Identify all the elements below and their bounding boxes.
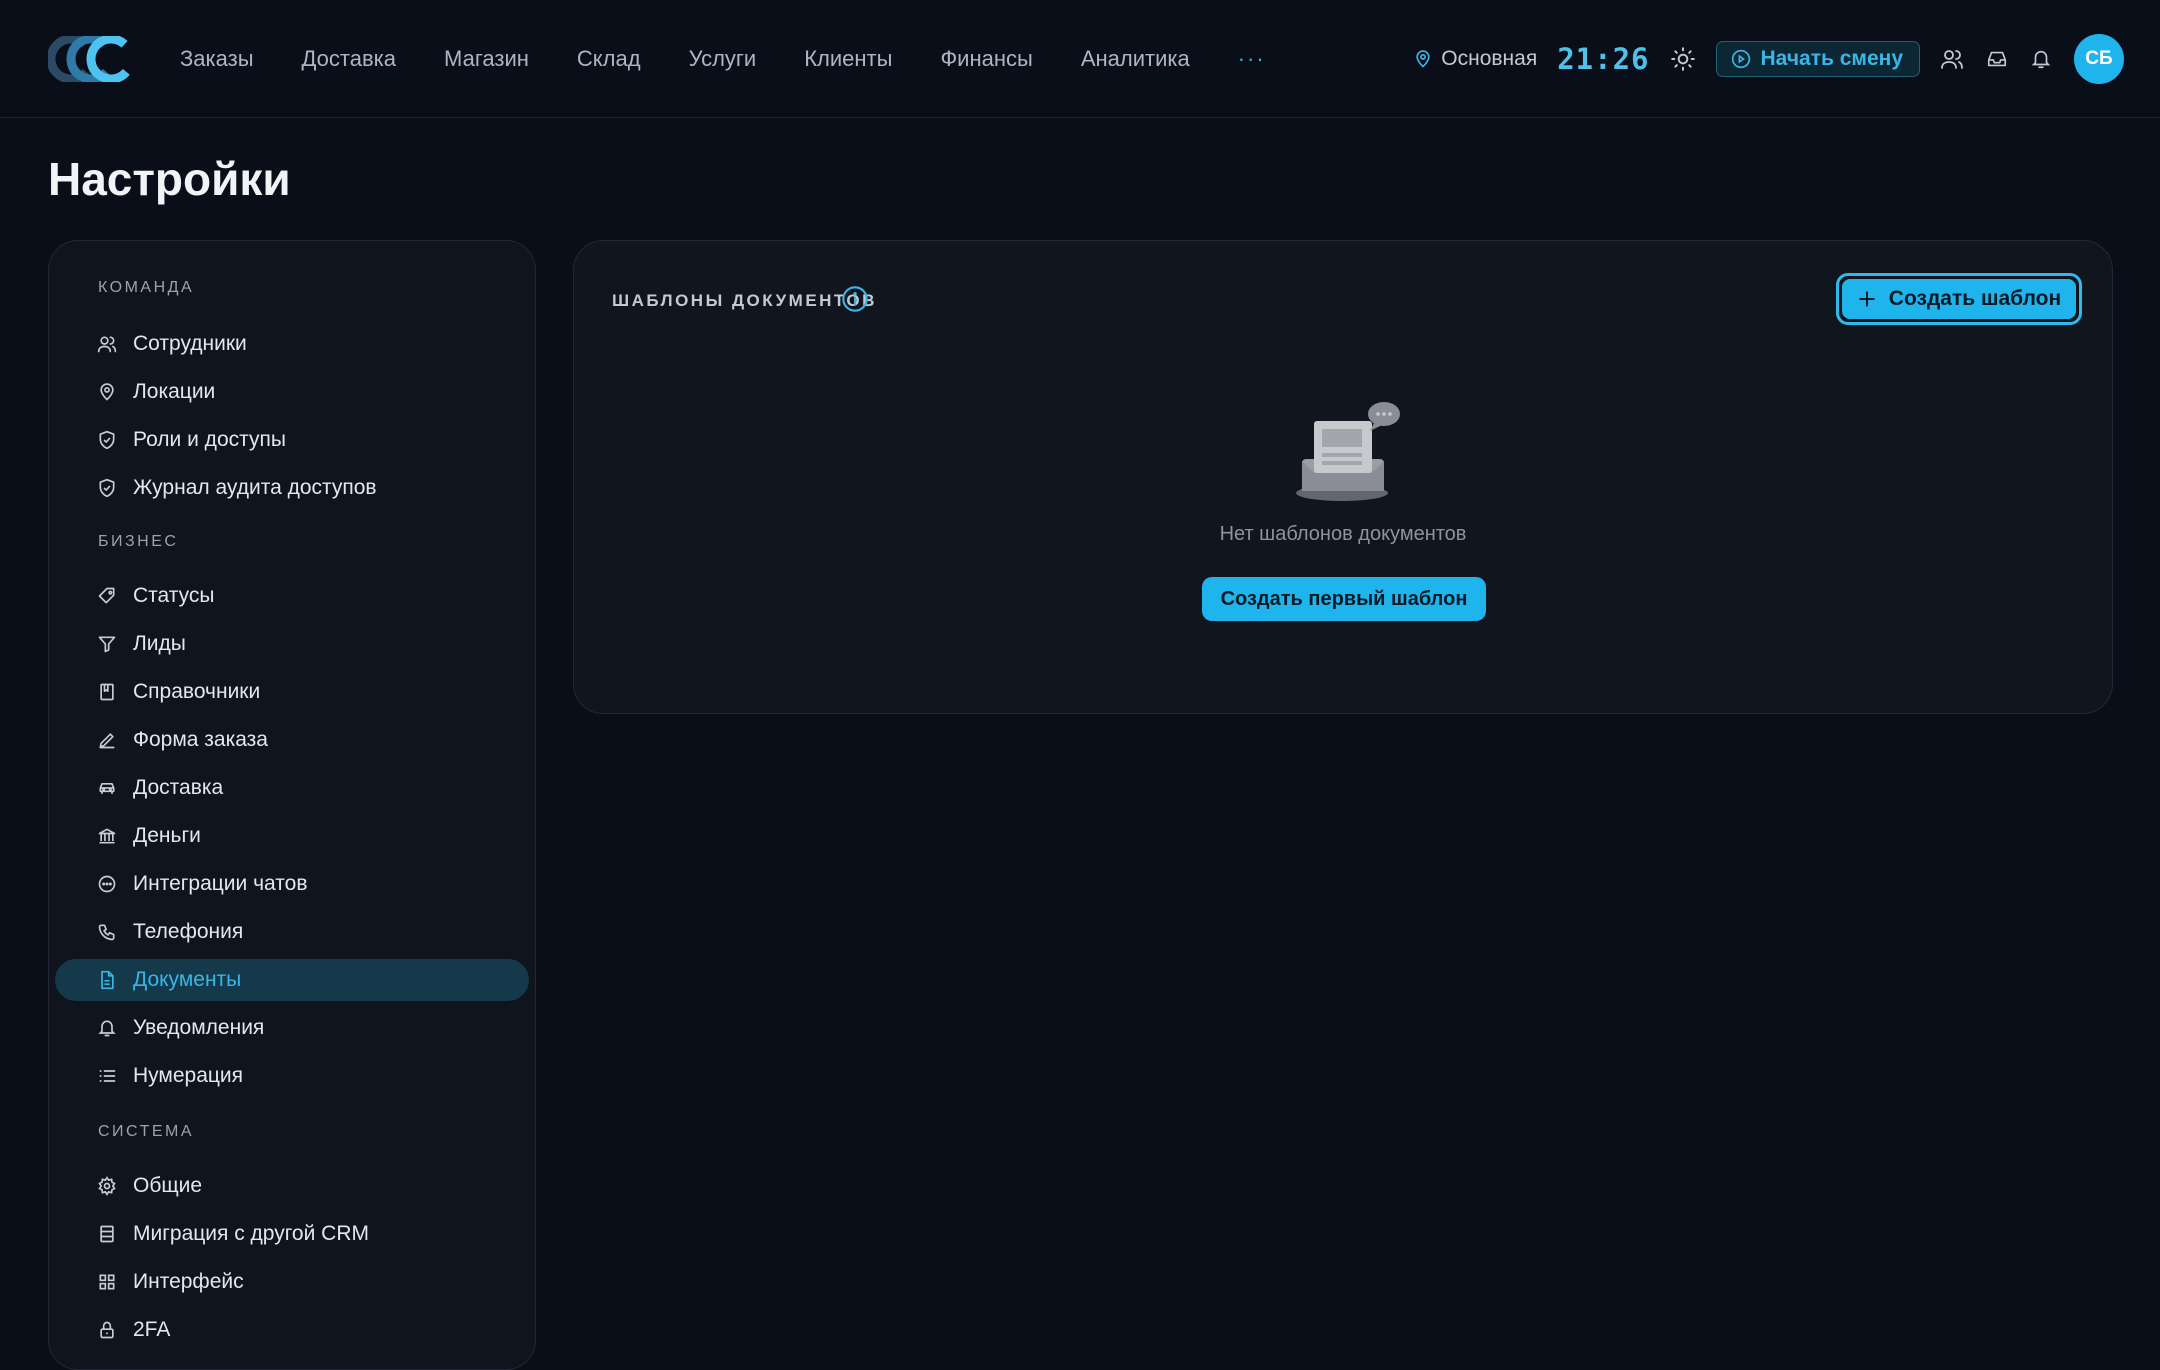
- map-pin-icon: [97, 382, 117, 402]
- pen-icon: [97, 730, 117, 750]
- sidebar-item-label: Уведомления: [133, 1016, 265, 1039]
- settings-sidebar: КОМАНДА Сотрудники Локации Роли и доступ…: [48, 240, 536, 1370]
- sidebar-item-2fa[interactable]: 2FA: [55, 1309, 529, 1351]
- bell-icon: [97, 1018, 117, 1038]
- tag-icon: [97, 586, 117, 606]
- nav-item-services[interactable]: Услуги: [689, 46, 757, 72]
- lock-icon: [97, 1320, 117, 1340]
- nav-item-finance[interactable]: Финансы: [940, 46, 1032, 72]
- sidebar-item-label: Локации: [133, 380, 216, 403]
- sidebar-item-label: Журнал аудита доступов: [133, 476, 377, 499]
- sidebar-item-label: Статусы: [133, 584, 215, 607]
- sidebar-item-label: Сотрудники: [133, 332, 247, 355]
- sidebar-item-label: 2FA: [133, 1318, 171, 1341]
- shield-check-icon: [97, 478, 117, 498]
- sidebar-item-label: Документы: [133, 968, 242, 991]
- create-template-label: Создать шаблон: [1888, 287, 2062, 310]
- avatar[interactable]: СБ: [2074, 34, 2124, 84]
- sidebar-item-label: Лиды: [133, 632, 186, 655]
- sidebar-item-crm-migration[interactable]: Миграция с другой CRM: [55, 1213, 529, 1255]
- chat-icon: [97, 874, 117, 894]
- bank-icon: [97, 826, 117, 846]
- sidebar-item-label: Справочники: [133, 680, 261, 703]
- sidebar-item-label: Миграция с другой CRM: [133, 1222, 370, 1245]
- main-nav: Заказы Доставка Магазин Склад Услуги Кли…: [180, 0, 1266, 118]
- start-shift-button[interactable]: Начать смену: [1715, 41, 1920, 77]
- sidebar-item-label: Общие: [133, 1174, 203, 1197]
- sidebar-item-notifications[interactable]: Уведомления: [55, 1007, 529, 1049]
- gear-icon: [97, 1176, 117, 1196]
- funnel-icon: [97, 634, 117, 654]
- page-title: Настройки: [48, 153, 291, 205]
- bell-icon[interactable]: [2030, 47, 2052, 71]
- start-shift-label: Начать смену: [1760, 47, 1903, 70]
- sidebar-item-numbering[interactable]: Нумерация: [55, 1055, 529, 1097]
- sidebar-item-interface[interactable]: Интерфейс: [55, 1261, 529, 1303]
- sidebar-item-employees[interactable]: Сотрудники: [55, 323, 529, 365]
- section-title: ШАБЛОНЫ ДОКУМЕНТОВ: [612, 291, 877, 310]
- create-first-template-button[interactable]: Создать первый шаблон: [1202, 577, 1486, 621]
- sidebar-item-telephony[interactable]: Телефония: [55, 911, 529, 953]
- sidebar-section-system: СИСТЕМА: [98, 1123, 195, 1140]
- info-icon[interactable]: [841, 285, 869, 313]
- nav-item-warehouse[interactable]: Склад: [577, 46, 641, 72]
- sidebar-item-leads[interactable]: Лиды: [55, 623, 529, 665]
- shield-check-icon: [97, 430, 117, 450]
- sidebar-item-label: Форма заказа: [133, 728, 268, 751]
- nav-item-shop[interactable]: Магазин: [444, 46, 529, 72]
- sidebar-item-money[interactable]: Деньги: [55, 815, 529, 857]
- empty-inbox-illustration: [1292, 399, 1402, 509]
- sidebar-item-order-form[interactable]: Форма заказа: [55, 719, 529, 761]
- sidebar-section-business: БИЗНЕС: [98, 533, 179, 550]
- sidebar-item-label: Нумерация: [133, 1064, 244, 1087]
- sidebar-item-chat-integrations[interactable]: Интеграции чатов: [55, 863, 529, 905]
- sidebar-item-label: Интеграции чатов: [133, 872, 308, 895]
- top-bar: Заказы Доставка Магазин Склад Услуги Кли…: [0, 0, 2160, 118]
- document-templates-panel: ШАБЛОНЫ ДОКУМЕНТОВ Создать шаблон Нет ша: [573, 240, 2113, 714]
- list-icon: [97, 1066, 117, 1086]
- inbox-icon[interactable]: [1986, 48, 2008, 70]
- sidebar-item-label: Телефония: [133, 920, 244, 943]
- sidebar-item-locations[interactable]: Локации: [55, 371, 529, 413]
- sidebar-item-label: Доставка: [133, 776, 224, 799]
- sidebar-item-delivery[interactable]: Доставка: [55, 767, 529, 809]
- sidebar-item-audit-log[interactable]: Журнал аудита доступов: [55, 467, 529, 509]
- play-circle-icon: [1731, 49, 1761, 69]
- sidebar-item-label: Роли и доступы: [133, 428, 286, 451]
- empty-state-text: Нет шаблонов документов: [1219, 523, 1467, 545]
- nav-item-clients[interactable]: Клиенты: [804, 46, 892, 72]
- database-icon: [97, 1224, 117, 1244]
- users-icon: [97, 334, 117, 354]
- nav-item-analytics[interactable]: Аналитика: [1081, 46, 1190, 72]
- location-selector[interactable]: Основная: [1413, 47, 1537, 71]
- file-text-icon: [97, 970, 117, 990]
- users-icon[interactable]: [1940, 47, 1964, 71]
- header-tools: Основная 21:26 Начать смену СБ: [1413, 0, 2124, 118]
- grid-icon: [97, 1272, 117, 1292]
- sun-icon[interactable]: [1670, 46, 1696, 72]
- book-icon: [97, 682, 117, 702]
- sidebar-item-documents[interactable]: Документы: [55, 959, 529, 1001]
- create-template-button[interactable]: Создать шаблон: [1836, 273, 2082, 325]
- sidebar-item-directories[interactable]: Справочники: [55, 671, 529, 713]
- nav-item-orders[interactable]: Заказы: [180, 46, 254, 72]
- nav-item-delivery[interactable]: Доставка: [302, 46, 396, 72]
- app-logo[interactable]: [48, 36, 134, 82]
- sidebar-item-label: Интерфейс: [133, 1270, 244, 1293]
- sidebar-item-statuses[interactable]: Статусы: [55, 575, 529, 617]
- phone-icon: [97, 922, 117, 942]
- location-label: Основная: [1441, 47, 1538, 70]
- sidebar-item-general[interactable]: Общие: [55, 1165, 529, 1207]
- map-pin-icon: [1413, 48, 1441, 70]
- sidebar-item-roles[interactable]: Роли и доступы: [55, 419, 529, 461]
- clock: 21:26: [1557, 42, 1650, 76]
- sidebar-item-label: Деньги: [133, 824, 201, 847]
- plus-icon: [1857, 289, 1889, 309]
- nav-more-button[interactable]: ···: [1238, 46, 1266, 72]
- sidebar-section-team: КОМАНДА: [98, 279, 195, 296]
- car-icon: [97, 778, 117, 798]
